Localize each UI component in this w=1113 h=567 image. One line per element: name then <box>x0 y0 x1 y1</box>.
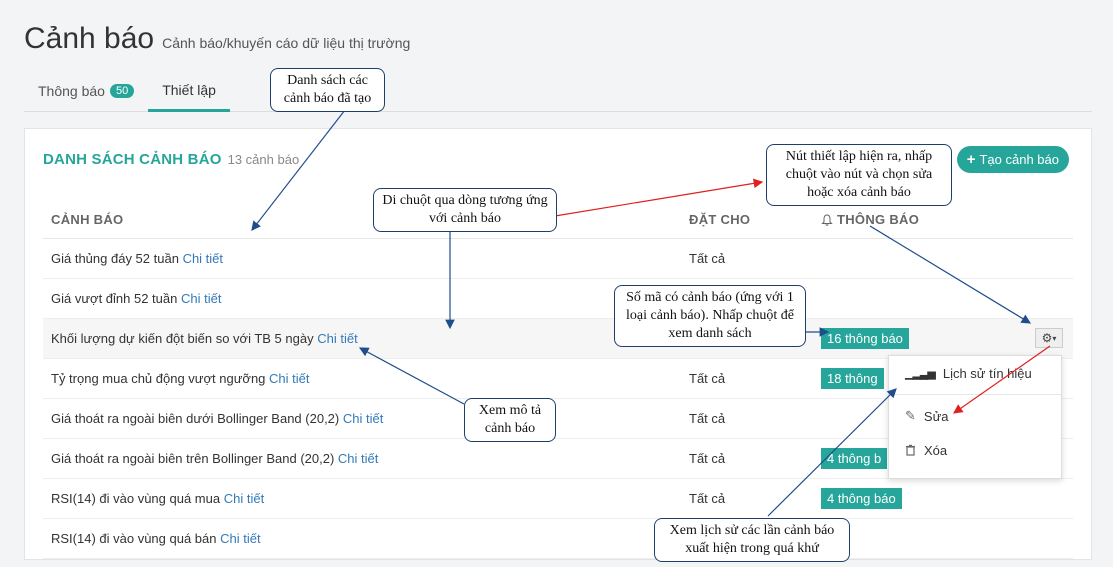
arrow-settings <box>869 225 1032 324</box>
annotation-arrows <box>251 109 1051 517</box>
callout-signal-history: Xem lịch sử các lần cảnh báo xuất hiện t… <box>654 518 850 562</box>
arrow-list <box>251 109 346 231</box>
callout-alert-list: Danh sách các cảnh báo đã tạo <box>270 68 385 112</box>
callout-settings-button: Nút thiết lập hiện ra, nhấp chuột vào nú… <box>766 144 952 206</box>
callout-notification-count: Số mã có cảnh báo (ứng với 1 loại cảnh b… <box>614 285 806 347</box>
callout-hover-row: Di chuột qua dòng tương ứng với cảnh báo <box>373 188 557 232</box>
arrow-history <box>767 388 897 517</box>
arrow-detail <box>358 347 465 405</box>
arrow-gear-red <box>953 345 1051 414</box>
callout-alert-detail: Xem mô tả cảnh báo <box>464 398 556 442</box>
arrow-hover-red <box>554 178 764 217</box>
